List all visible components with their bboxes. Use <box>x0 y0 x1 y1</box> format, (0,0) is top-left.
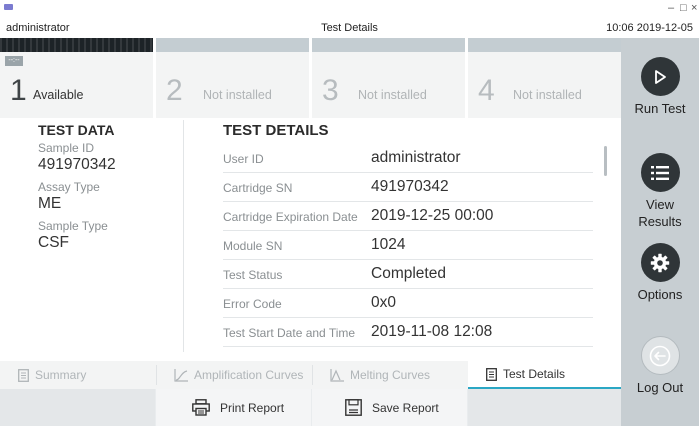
details-scrollbar[interactable] <box>604 146 607 176</box>
save-disk-icon <box>345 399 362 416</box>
module-slot-4[interactable]: 4 Not installed <box>468 38 621 118</box>
module-slot-2[interactable]: 2 Not installed <box>156 38 309 118</box>
detail-key: Test Start Date and Time <box>223 326 356 340</box>
module-status-bar <box>468 38 621 52</box>
print-report-label: Print Report <box>220 400 285 415</box>
view-results-button[interactable]: View Results <box>621 153 699 230</box>
logout-arrow-icon <box>640 336 680 375</box>
detail-row-start-time: Test Start Date and Time 2019-11-08 12:0… <box>223 318 593 347</box>
assay-type-label: Assay Type <box>38 180 100 194</box>
module-status-bar <box>0 38 153 52</box>
module-number: 2 <box>166 74 183 107</box>
result-tabs: Summary Amplification Curves Melting Cur… <box>0 361 621 389</box>
test-details-panel: TEST DATA Sample ID 491970342 Assay Type… <box>0 118 621 361</box>
detail-key: Cartridge Expiration Date <box>223 210 358 224</box>
document-icon <box>486 367 497 381</box>
sample-type-label: Sample Type <box>38 219 108 233</box>
title-bar: – □ × Test Details administrator 10:06 2… <box>0 0 699 38</box>
assay-type-value: ME <box>38 195 62 212</box>
amplification-curve-icon <box>174 368 188 382</box>
detail-row-cartridge-sn: Cartridge SN 491970342 <box>223 173 593 202</box>
detail-value: 2019-11-08 12:08 <box>371 323 493 340</box>
detail-value: administrator <box>371 149 461 166</box>
test-data-heading: TEST DATA <box>38 122 115 138</box>
window-title: Test Details <box>321 22 378 34</box>
module-status: Not installed <box>358 88 427 102</box>
options-label: Options <box>637 287 683 302</box>
detail-row-cartridge-expiration: Cartridge Expiration Date 2019-12-25 00:… <box>223 202 593 231</box>
sample-id-value: 491970342 <box>38 156 116 173</box>
module-status: Not installed <box>203 88 272 102</box>
detail-value: 1024 <box>371 236 406 253</box>
detail-key: Module SN <box>223 239 283 253</box>
list-icon <box>640 153 680 192</box>
detail-row-user-id: User ID administrator <box>223 144 593 173</box>
detail-key: Test Status <box>223 268 283 282</box>
tab-amplification-curves[interactable]: Amplification Curves <box>156 361 312 389</box>
sample-type-value: CSF <box>38 234 69 251</box>
options-button[interactable]: Options <box>621 243 699 303</box>
view-results-label-1: View <box>646 197 674 212</box>
action-bar: Print Report Save Report <box>0 389 621 426</box>
test-data-section: TEST DATA Sample ID 491970342 Assay Type… <box>38 122 178 252</box>
tab-test-details-label: Test Details <box>503 367 566 381</box>
detail-key: Error Code <box>223 297 282 311</box>
app-icon <box>4 4 13 10</box>
gear-icon <box>640 243 680 282</box>
section-divider <box>183 120 184 352</box>
document-icon <box>18 368 29 382</box>
detail-row-test-status: Test Status Completed <box>223 260 593 289</box>
current-user: administrator <box>6 22 70 34</box>
view-results-label-2: Results <box>638 214 682 229</box>
close-button[interactable]: × <box>691 2 697 14</box>
maximize-button[interactable]: □ <box>680 2 687 14</box>
detail-value: 491970342 <box>371 178 449 195</box>
action-slot-empty <box>468 389 621 426</box>
save-report-button[interactable]: Save Report <box>312 389 467 426</box>
detail-key: User ID <box>223 152 264 166</box>
melting-curve-icon <box>330 368 344 382</box>
sample-id-label: Sample ID <box>38 141 95 155</box>
module-status-bar <box>312 38 465 52</box>
test-details-heading: TEST DETAILS <box>223 122 329 139</box>
log-out-button[interactable]: Log Out <box>621 336 699 396</box>
tab-summary-label: Summary <box>35 368 87 382</box>
test-details-section: TEST DETAILS User ID administrator Cartr… <box>223 122 593 347</box>
play-icon <box>640 57 680 96</box>
module-time-tag: --:-- <box>5 56 23 66</box>
save-report-label: Save Report <box>372 400 439 415</box>
module-slots: --:-- 1 Available 2 Not installed 3 Not … <box>0 38 621 118</box>
action-slot-empty <box>0 389 155 426</box>
printer-icon <box>192 399 210 416</box>
detail-row-error-code: Error Code 0x0 <box>223 289 593 318</box>
detail-value: Completed <box>371 265 446 282</box>
module-status: Available <box>33 88 84 102</box>
module-slot-1[interactable]: --:-- 1 Available <box>0 38 153 118</box>
module-number: 3 <box>322 74 339 107</box>
tab-melting-curves[interactable]: Melting Curves <box>312 361 468 389</box>
detail-row-module-sn: Module SN 1024 <box>223 231 593 260</box>
clock: 10:06 2019-12-05 <box>606 22 693 34</box>
module-slot-3[interactable]: 3 Not installed <box>312 38 465 118</box>
module-number: 1 <box>10 74 27 107</box>
tab-amplification-label: Amplification Curves <box>194 368 304 382</box>
tab-summary[interactable]: Summary <box>0 361 156 389</box>
module-status: Not installed <box>513 88 582 102</box>
detail-value: 0x0 <box>371 294 396 311</box>
tab-test-details[interactable]: Test Details <box>468 361 621 389</box>
detail-value: 2019-12-25 00:00 <box>371 207 494 224</box>
log-out-label: Log Out <box>636 380 684 395</box>
sidebar: Run Test View Results Options Log Out <box>621 38 699 426</box>
detail-key: Cartridge SN <box>223 181 293 195</box>
minimize-button[interactable]: – <box>668 2 674 14</box>
run-test-button[interactable]: Run Test <box>621 57 699 117</box>
module-number: 4 <box>478 74 495 107</box>
tab-melting-label: Melting Curves <box>350 368 431 382</box>
print-report-button[interactable]: Print Report <box>156 389 311 426</box>
module-status-bar <box>156 38 309 52</box>
run-test-label: Run Test <box>634 101 686 116</box>
